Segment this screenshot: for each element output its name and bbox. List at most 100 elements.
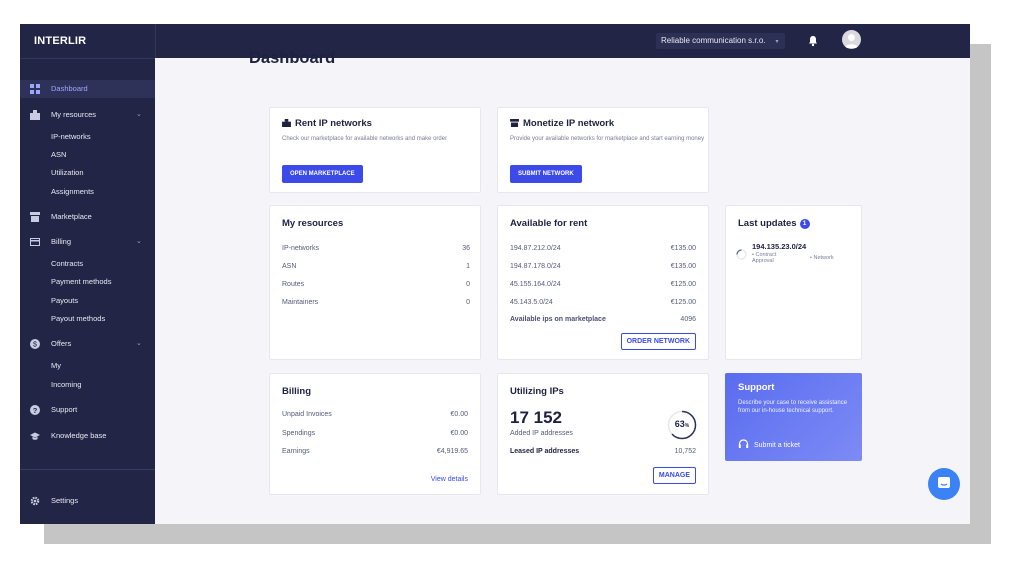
bell-icon[interactable] — [806, 34, 820, 48]
billing-value: €0.00 — [450, 430, 468, 437]
sidebar-subitem-ip-networks[interactable]: IP-networks — [51, 132, 91, 141]
sidebar-divider — [20, 469, 155, 470]
sidebar-subitem-incoming[interactable]: Incoming — [51, 380, 81, 389]
sidebar-item-billing[interactable]: Billing ⌄ — [20, 233, 155, 251]
billing-label: Earnings — [282, 448, 310, 455]
sidebar-item-settings[interactable]: Settings — [20, 492, 155, 510]
added-ips-label: Added IP addresses — [510, 430, 573, 437]
logo-divider — [155, 24, 156, 58]
utilization-percent-value: 63 — [674, 419, 685, 429]
sidebar-subitem-payment-methods[interactable]: Payment methods — [51, 277, 111, 286]
sidebar-item-support[interactable]: ? Support — [20, 401, 155, 419]
monetize-title: Monetize IP network — [510, 118, 614, 129]
sidebar-item-dashboard[interactable]: Dashboard — [20, 80, 155, 98]
my-resources-card: My resources IP-networks 36 ASN 1 Routes… — [269, 205, 481, 360]
resource-label: Routes — [282, 281, 305, 288]
svg-text:?: ? — [33, 406, 38, 415]
chevron-down-icon: ⌄ — [136, 340, 142, 347]
monetize-card: Monetize IP network Provide your availab… — [497, 107, 709, 193]
app-logo[interactable]: INTERLIR — [34, 35, 86, 47]
network-price: €135.00 — [670, 263, 696, 270]
network-address[interactable]: 194.87.212.0/24 — [510, 245, 561, 252]
help-icon: ? — [30, 405, 40, 415]
network-price: €125.00 — [670, 281, 696, 288]
last-updates-title: Last updates 1 — [738, 218, 810, 229]
resource-value: 0 — [466, 281, 470, 288]
resource-label: Maintainers — [282, 299, 319, 306]
available-total-value: 4096 — [680, 316, 696, 323]
billing-value: €0.00 — [450, 411, 468, 418]
billing-title: Billing — [282, 386, 312, 397]
last-updates-card: Last updates 1 194.135.23.0/24 • Contract… — [725, 205, 862, 360]
rent-ip-desc: Check our marketplace for available netw… — [282, 136, 448, 142]
rent-ip-title-text: Rent IP networks — [295, 118, 372, 129]
user-avatar[interactable] — [842, 30, 861, 49]
resource-label: ASN — [282, 263, 297, 270]
sidebar-item-knowledge-base[interactable]: Knowledge base — [20, 427, 155, 445]
gear-icon — [30, 496, 40, 506]
monetize-title-text: Monetize IP network — [523, 118, 615, 129]
sidebar-subitem-asn[interactable]: ASN — [51, 150, 66, 159]
utilization-gauge: 63% — [666, 409, 698, 441]
company-name: Reliable communication s.r.o. — [661, 36, 766, 45]
manage-button[interactable]: MANAGE — [652, 467, 696, 484]
updates-count-badge: 1 — [799, 219, 810, 229]
sidebar-item-my-resources[interactable]: My resources ⌄ — [20, 106, 155, 124]
box-icon — [30, 110, 40, 120]
submit-ticket-link[interactable]: Submit a ticket — [738, 439, 800, 449]
sidebar-item-label: My resources — [51, 110, 97, 119]
loading-spinner-icon — [736, 249, 747, 260]
utilization-percent: 63% — [666, 419, 698, 429]
sidebar-subitem-contracts[interactable]: Contracts — [51, 259, 83, 268]
sidebar-subitem-payouts[interactable]: Payouts — [51, 296, 78, 305]
update-type: • Network — [810, 255, 834, 261]
billing-card: Billing Unpaid Invoices €0.00 Spendings … — [269, 373, 481, 495]
available-title: Available for rent — [510, 218, 588, 229]
network-price: €135.00 — [670, 245, 696, 252]
sidebar-item-label: Billing — [51, 237, 72, 246]
card-icon — [30, 238, 40, 246]
order-network-button[interactable]: ORDER NETWORK — [620, 333, 696, 350]
submit-network-button[interactable]: SUBMIT NETWORK — [510, 165, 582, 183]
sidebar-item-label: Marketplace — [51, 212, 92, 221]
monetize-desc: Provide your available networks for mark… — [510, 136, 705, 142]
chat-button[interactable] — [928, 468, 960, 500]
update-status: • Contract Approval — [752, 252, 777, 264]
network-address[interactable]: 45.155.164.0/24 — [510, 281, 561, 288]
store-icon — [510, 119, 519, 127]
available-total-label: Available ips on marketplace — [510, 316, 606, 323]
utilizing-ips-card: Utilizing IPs 17 152 Added IP addresses … — [497, 373, 709, 495]
billing-label: Spendings — [282, 430, 316, 437]
view-details-link[interactable]: View details — [431, 476, 468, 483]
sidebar-item-marketplace[interactable]: Marketplace — [20, 208, 155, 226]
sidebar-subitem-my[interactable]: My — [51, 361, 61, 370]
sidebar-item-label: Settings — [51, 496, 79, 505]
billing-value: €4,919.65 — [436, 448, 468, 455]
my-resources-title: My resources — [282, 218, 344, 229]
support-card: Support Describe your case to receive as… — [725, 373, 862, 461]
network-price: €125.00 — [670, 299, 696, 306]
sidebar-subitem-utilization[interactable]: Utilization — [51, 168, 84, 177]
sidebar-item-label: Offers — [51, 339, 72, 348]
network-address[interactable]: 45.143.5.0/24 — [510, 299, 553, 306]
company-selector[interactable]: Reliable communication s.r.o. ▾ — [656, 33, 785, 49]
grid-icon — [30, 84, 40, 94]
graduation-icon — [30, 432, 40, 440]
sidebar-subitem-payout-methods[interactable]: Payout methods — [51, 314, 105, 323]
update-type-text: Network — [813, 255, 834, 261]
coin-icon: $ — [30, 339, 40, 349]
update-network[interactable]: 194.135.23.0/24 — [752, 242, 806, 251]
open-marketplace-button[interactable]: OPEN MARKETPLACE — [282, 165, 363, 183]
sidebar-subitem-assignments[interactable]: Assignments — [51, 187, 94, 196]
sidebar-item-label: Support — [51, 405, 78, 414]
added-ips-count: 17 152 — [510, 408, 562, 427]
chevron-down-icon: ⌄ — [136, 238, 142, 245]
resource-label: IP-networks — [282, 245, 319, 252]
network-address[interactable]: 194.87.178.0/24 — [510, 263, 561, 270]
last-updates-title-text: Last updates — [738, 218, 797, 229]
submit-ticket-text: Submit a ticket — [754, 442, 800, 449]
svg-text:$: $ — [33, 342, 37, 349]
leased-ips-value: 10,752 — [674, 448, 696, 455]
sidebar-item-offers[interactable]: $ Offers ⌄ — [20, 335, 155, 353]
resource-value: 1 — [466, 263, 470, 270]
